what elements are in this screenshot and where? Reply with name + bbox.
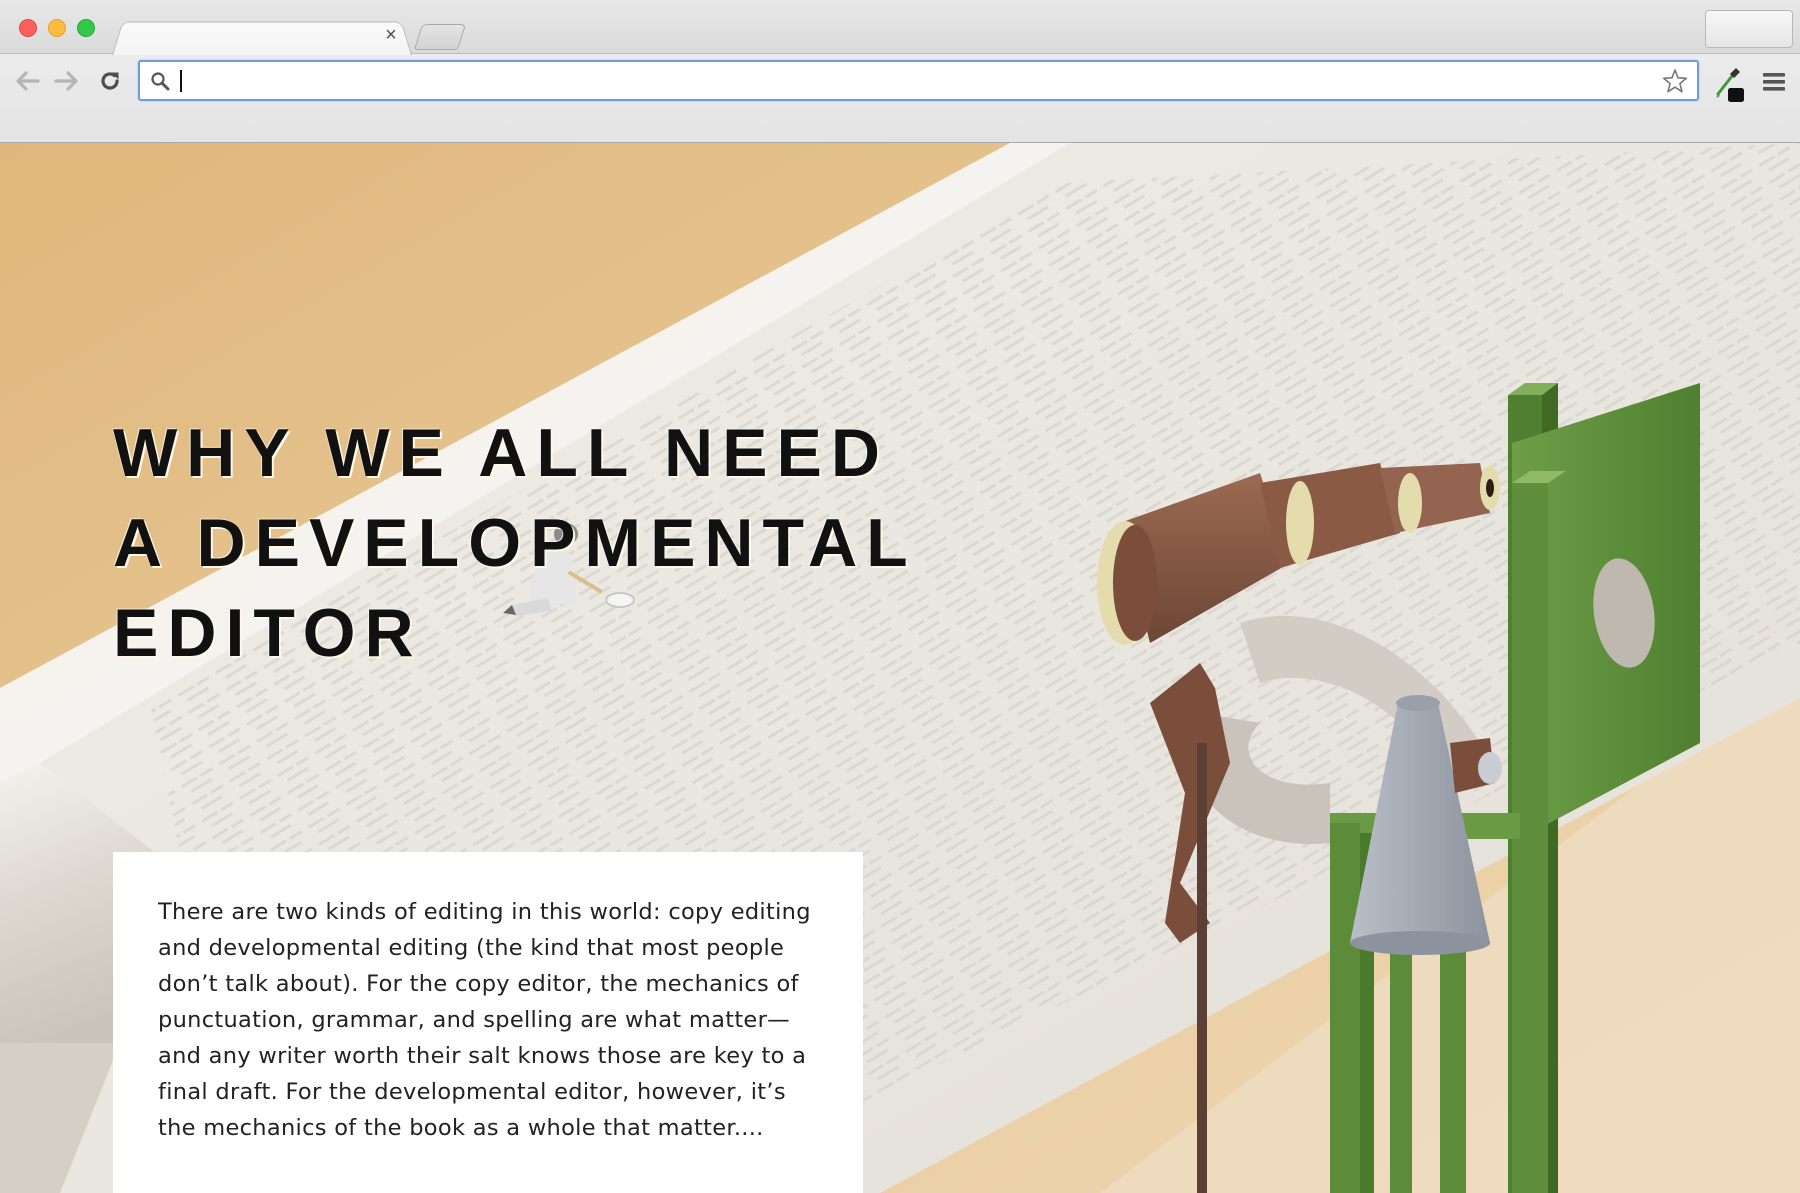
intro-card: There are two kinds of editing in this w… [113,852,863,1193]
search-icon [151,72,170,91]
address-bar[interactable] [138,60,1699,101]
headline-line: WHY WE ALL NEED [113,415,889,491]
headline-line: EDITOR [113,595,423,671]
tab-close-icon[interactable]: × [380,24,402,46]
eyedropper-icon[interactable] [1712,64,1746,104]
browser-chrome: × [0,0,1800,143]
reload-button[interactable] [95,66,125,96]
window-minimize-button[interactable] [48,19,66,37]
headline-line: A DEVELOPMENTAL [113,505,917,581]
address-input[interactable] [178,66,1638,96]
reload-icon [101,72,119,90]
star-icon[interactable] [1661,67,1689,95]
new-tab-button[interactable] [413,24,467,50]
back-button[interactable] [12,66,42,96]
forward-arrow-icon [54,71,78,91]
back-arrow-icon [16,71,40,91]
profile-button[interactable] [1705,10,1793,48]
page-viewport: WHY WE ALL NEED A DEVELOPMENTAL EDITOR T… [0,143,1800,1193]
page-headline: WHY WE ALL NEED A DEVELOPMENTAL EDITOR [113,408,1013,678]
hamburger-menu-icon[interactable] [1760,68,1788,96]
tab-title [140,26,360,46]
forward-button[interactable] [52,66,82,96]
text-caret [180,70,182,92]
window-maximize-button[interactable] [77,19,95,37]
window-close-button[interactable] [19,19,37,37]
intro-paragraph: There are two kinds of editing in this w… [158,899,811,1141]
